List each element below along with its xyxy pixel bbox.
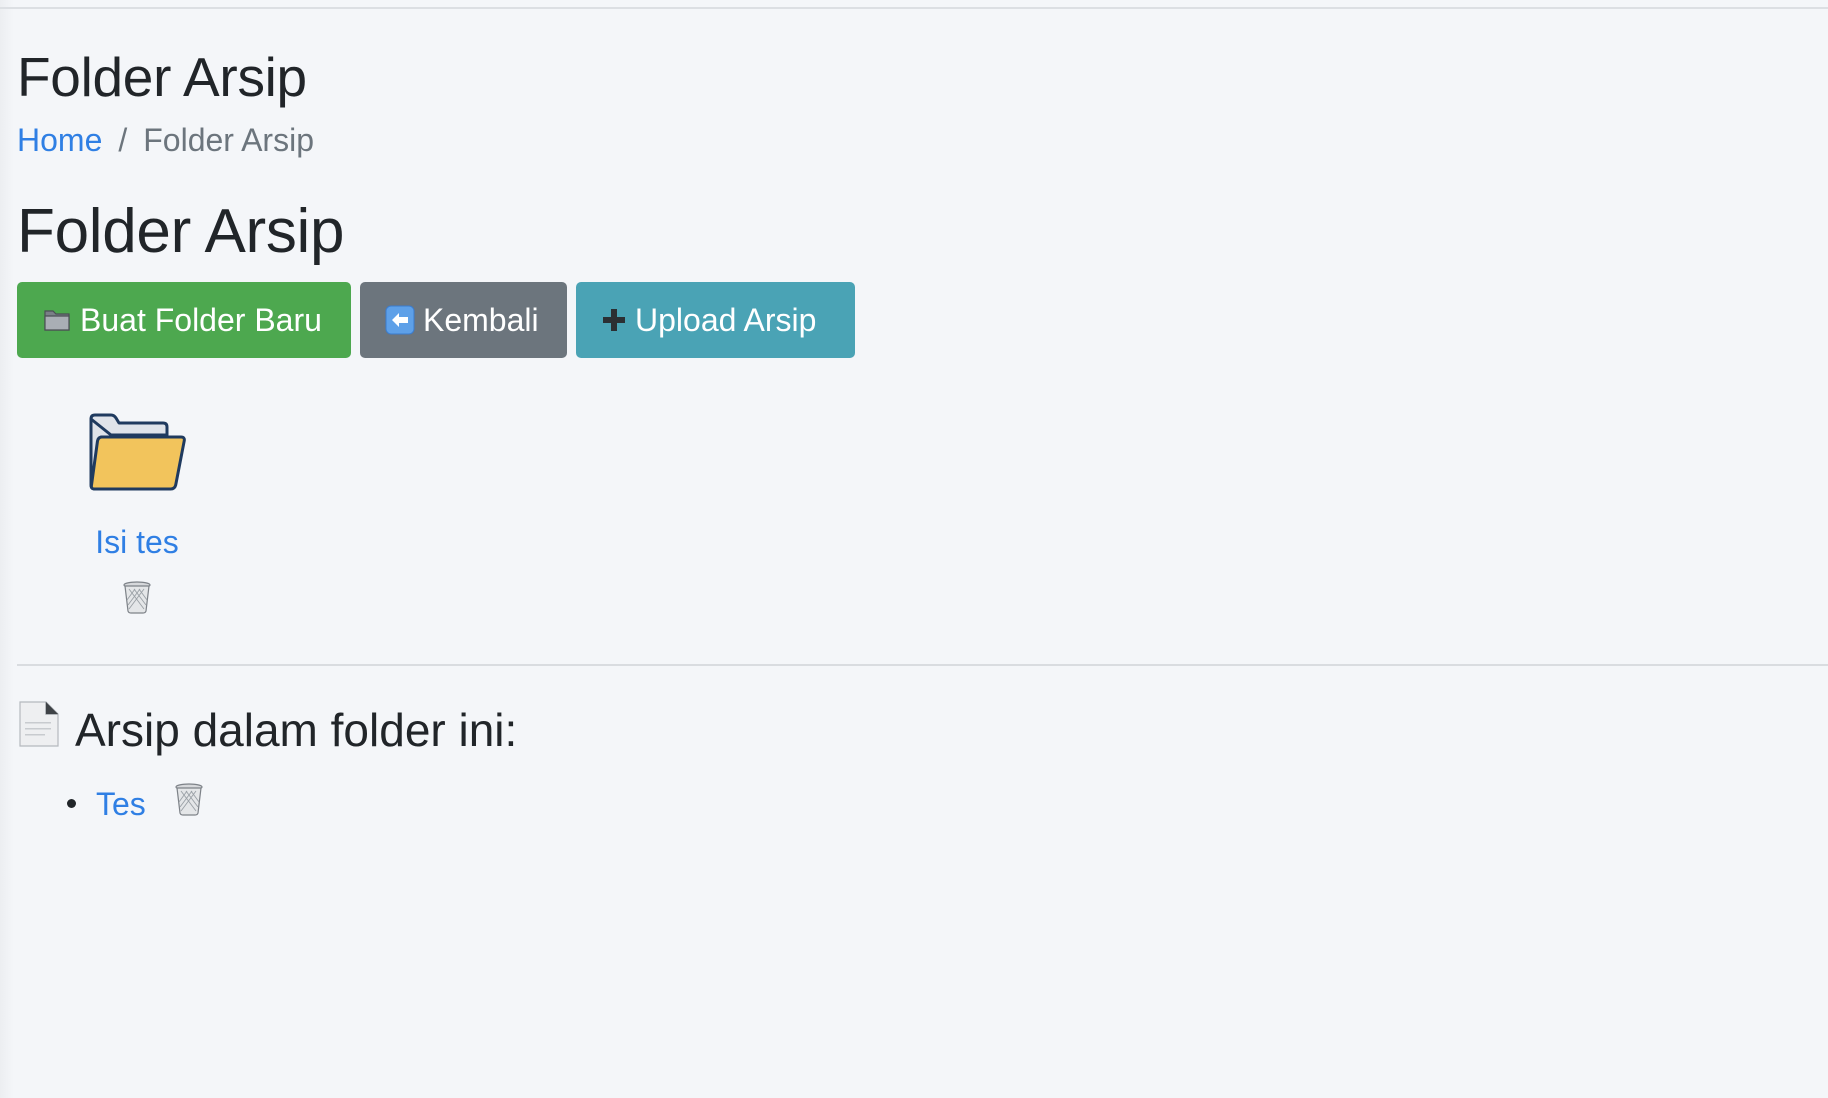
back-label: Kembali: [423, 301, 539, 338]
delete-folder-trash-icon[interactable]: [122, 580, 152, 619]
files-section: Arsip dalam folder ini: Tes: [17, 700, 517, 825]
folder-grid: Isi tes: [17, 358, 1817, 658]
list-bullet: [67, 799, 76, 808]
toolbar: Buat Folder Baru Kembali Upload Arsip: [17, 282, 1817, 358]
section-title: Folder Arsip: [17, 197, 345, 266]
left-arrow-icon: [385, 305, 415, 335]
breadcrumb-home-link[interactable]: Home: [17, 120, 102, 160]
back-button[interactable]: Kembali: [360, 282, 567, 358]
files-heading-label: Arsip dalam folder ini:: [75, 704, 518, 756]
document-icon: [17, 700, 61, 760]
list-item: Tes: [67, 782, 517, 825]
file-list: Tes: [17, 782, 517, 825]
open-folder-icon[interactable]: [77, 413, 197, 496]
new-folder-label: Buat Folder Baru: [80, 301, 322, 338]
delete-file-trash-icon[interactable]: [174, 782, 204, 825]
folder-link[interactable]: Isi tes: [77, 522, 197, 562]
content-area: Folder Arsip Home / Folder Arsip Folder …: [17, 40, 1817, 658]
page: Folder Arsip Home / Folder Arsip Folder …: [0, 0, 1828, 1098]
folder-card[interactable]: Isi tes: [77, 413, 197, 619]
files-heading: Arsip dalam folder ini:: [17, 700, 517, 760]
new-folder-button[interactable]: Buat Folder Baru: [17, 282, 351, 358]
upload-archive-button[interactable]: Upload Arsip: [576, 282, 855, 358]
breadcrumb: Home / Folder Arsip: [17, 120, 1817, 160]
breadcrumb-current: Folder Arsip: [143, 122, 314, 158]
page-title: Folder Arsip: [17, 46, 307, 108]
upload-archive-label: Upload Arsip: [635, 301, 817, 338]
section-divider: [17, 664, 1828, 666]
file-link[interactable]: Tes: [96, 784, 146, 824]
plus-icon: [601, 307, 627, 333]
top-divider: [0, 7, 1828, 9]
folder-icon: [42, 305, 72, 335]
breadcrumb-separator: /: [118, 122, 128, 158]
